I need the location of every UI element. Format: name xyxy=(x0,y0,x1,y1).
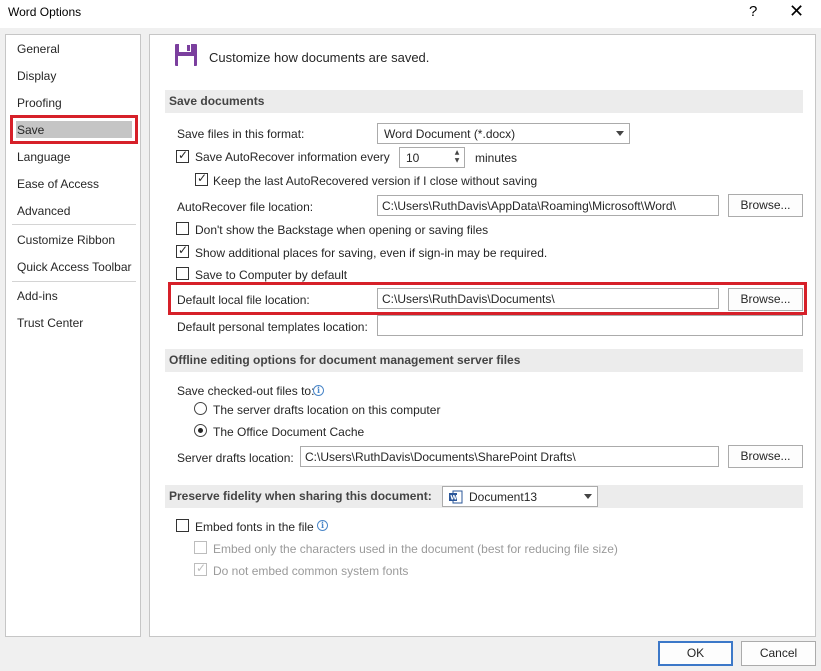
section-heading: Preserve fidelity when sharing this docu… xyxy=(169,489,432,503)
radio-server-drafts[interactable] xyxy=(194,402,207,415)
svg-text:W: W xyxy=(450,494,457,502)
radio-office-document-cache[interactable] xyxy=(194,424,207,437)
default-local-location-input[interactable]: C:\Users\RuthDavis\Documents\ xyxy=(377,288,719,309)
chevron-down-icon xyxy=(584,494,592,499)
section-heading: Offline editing options for document man… xyxy=(169,353,521,367)
nav-item-display[interactable]: Display xyxy=(17,69,56,83)
help-icon[interactable]: ? xyxy=(749,3,757,20)
save-to-computer-label: Save to Computer by default xyxy=(195,268,348,282)
info-icon[interactable]: i xyxy=(313,385,324,396)
default-local-location-label: Default local file location: xyxy=(177,293,310,307)
show-additional-places-label: Show additional places for saving, even … xyxy=(195,246,548,260)
fidelity-document-value: Document13 xyxy=(469,490,538,504)
dont-show-backstage-label: Don't show the Backstage when opening or… xyxy=(195,223,489,237)
default-templates-location-label: Default personal templates location: xyxy=(177,320,368,334)
format-select[interactable]: Word Document (*.docx) xyxy=(377,123,630,144)
autorecover-label: Save AutoRecover information every xyxy=(195,150,390,164)
minutes-label: minutes xyxy=(475,151,518,165)
nav-divider xyxy=(12,281,136,282)
info-icon[interactable]: i xyxy=(317,520,328,531)
nav-item-quick-access-toolbar[interactable]: Quick Access Toolbar xyxy=(17,260,132,274)
save-to-computer-checkbox[interactable] xyxy=(176,267,189,280)
autorecover-location-label: AutoRecover file location: xyxy=(177,200,314,214)
format-select-value: Word Document (*.docx) xyxy=(384,127,516,141)
fidelity-document-select[interactable]: W Document13 xyxy=(442,486,598,507)
autorecover-minutes-value: 10 xyxy=(406,151,420,165)
save-icon xyxy=(175,44,197,66)
checked-out-label: Save checked-out files to: xyxy=(177,384,315,398)
keep-last-label: Keep the last AutoRecovered version if I… xyxy=(213,174,538,188)
autorecover-checkbox[interactable] xyxy=(176,148,189,163)
autorecover-browse-button[interactable]: Browse... xyxy=(728,194,803,217)
section-heading: Save documents xyxy=(169,94,265,108)
default-templates-location-input[interactable] xyxy=(377,315,803,336)
server-drafts-location-label: Server drafts location: xyxy=(177,451,294,465)
radio-office-document-cache-label: The Office Document Cache xyxy=(213,425,365,439)
nav-item-language[interactable]: Language xyxy=(17,150,70,164)
window-title: Word Options xyxy=(8,5,82,19)
nav-item-proofing[interactable]: Proofing xyxy=(17,96,62,110)
section-offline-editing: Offline editing options for document man… xyxy=(165,349,803,372)
nav-item-trust-center[interactable]: Trust Center xyxy=(17,316,83,330)
embed-only-characters-checkbox[interactable] xyxy=(194,541,207,554)
title-bar xyxy=(0,0,821,28)
do-not-embed-system-fonts-checkbox[interactable] xyxy=(194,561,207,576)
embed-fonts-checkbox[interactable] xyxy=(176,519,189,532)
keep-last-checkbox[interactable] xyxy=(195,171,208,186)
format-label: Save files in this format: xyxy=(177,127,305,141)
server-drafts-browse-button[interactable]: Browse... xyxy=(728,445,803,468)
options-nav: General Display Proofing Save Language E… xyxy=(5,34,141,637)
autorecover-minutes-spinner[interactable]: 10 ▲ ▼ xyxy=(399,147,465,168)
default-local-browse-button[interactable]: Browse... xyxy=(728,288,803,311)
server-drafts-location-input[interactable]: C:\Users\RuthDavis\Documents\SharePoint … xyxy=(300,446,719,467)
do-not-embed-system-fonts-label: Do not embed common system fonts xyxy=(213,564,409,578)
nav-item-advanced[interactable]: Advanced xyxy=(17,204,70,218)
ok-button[interactable]: OK xyxy=(658,641,733,666)
section-save-documents: Save documents xyxy=(165,90,803,113)
page-header: Customize how documents are saved. xyxy=(209,50,430,65)
spinner-arrows-icon[interactable]: ▲ ▼ xyxy=(452,149,462,166)
cancel-button[interactable]: Cancel xyxy=(741,641,816,666)
nav-item-add-ins[interactable]: Add-ins xyxy=(17,289,58,303)
chevron-down-icon xyxy=(616,131,624,136)
embed-only-characters-label: Embed only the characters used in the do… xyxy=(213,542,618,556)
embed-fonts-label: Embed fonts in the file xyxy=(195,520,314,534)
radio-server-drafts-label: The server drafts location on this compu… xyxy=(213,403,441,417)
nav-item-general[interactable]: General xyxy=(17,42,60,56)
autorecover-location-input[interactable]: C:\Users\RuthDavis\AppData\Roaming\Micro… xyxy=(377,195,719,216)
nav-item-ease-of-access[interactable]: Ease of Access xyxy=(17,177,99,191)
nav-item-save[interactable]: Save xyxy=(17,123,44,137)
nav-divider xyxy=(12,224,136,225)
close-icon[interactable]: ✕ xyxy=(789,1,804,22)
nav-item-customize-ribbon[interactable]: Customize Ribbon xyxy=(17,233,115,247)
dont-show-backstage-checkbox[interactable] xyxy=(176,222,189,235)
show-additional-places-checkbox[interactable] xyxy=(176,243,189,258)
word-document-icon: W xyxy=(449,490,463,504)
